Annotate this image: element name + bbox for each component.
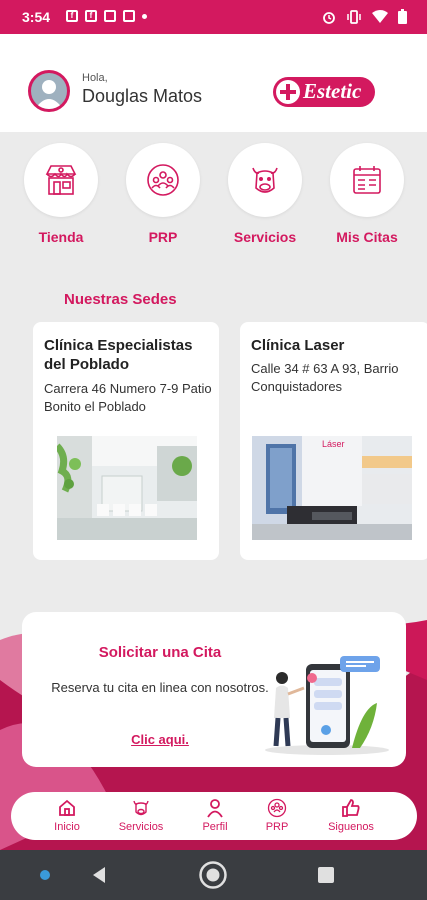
- bottom-tab-bar: Inicio Servicios Perfil PRP Siguenos: [11, 792, 417, 840]
- facebook-icon: f: [66, 10, 78, 22]
- estetic-logo: Estetic: [273, 77, 375, 107]
- sede-name: Clínica Laser: [251, 337, 345, 354]
- sede-address: Calle 34 # 63 A 93, Barrio Conquistadore…: [251, 361, 399, 394]
- category-servicios[interactable]: Servicios: [228, 143, 302, 245]
- status-time: 3:54: [22, 9, 51, 25]
- category-mis-citas[interactable]: Mis Citas: [330, 143, 404, 245]
- avatar[interactable]: [28, 70, 70, 112]
- category-prp[interactable]: PRP: [126, 143, 200, 245]
- sede-name: Clínica Especialistas del Poblado: [44, 337, 193, 373]
- status-bar: 3:54 f f: [0, 0, 427, 34]
- appointment-card: Solicitar una Cita Reserva tu cita en li…: [22, 612, 406, 767]
- category-label: Servicios: [233, 229, 297, 245]
- recents-icon[interactable]: [318, 867, 334, 883]
- category-tienda[interactable]: Tienda: [24, 143, 98, 245]
- tab-label: Siguenos: [328, 821, 374, 833]
- dot-icon: [142, 13, 147, 19]
- phone-illustration: [265, 656, 389, 755]
- tab-servicios[interactable]: Servicios: [103, 798, 179, 833]
- calendar-icon: [353, 166, 381, 194]
- category-label: Mis Citas: [336, 229, 398, 245]
- sede-photo: Láser: [252, 436, 412, 540]
- plus-icon: [276, 80, 300, 104]
- back-icon[interactable]: [90, 866, 108, 884]
- section-title-sedes: Nuestras Sedes: [64, 291, 177, 308]
- assistant-dot-icon: [40, 870, 50, 880]
- user-name: Douglas Matos: [82, 86, 203, 106]
- appointment-description: Reserva tu cita en linea con nosotros.: [51, 680, 269, 695]
- header: Hola, Douglas Matos Estetic: [0, 34, 427, 132]
- sede-photo: [57, 436, 197, 540]
- sede-address: Carrera 46 Numero 7-9 Patio Bonito el Po…: [44, 381, 212, 414]
- group-icon: [267, 798, 287, 818]
- vibrate-icon: [347, 9, 361, 24]
- wifi-icon: [372, 10, 388, 23]
- appointment-title: Solicitar una Cita: [98, 644, 222, 661]
- tab-label: Servicios: [118, 821, 164, 833]
- tab-siguenos[interactable]: Siguenos: [313, 798, 389, 833]
- category-label: Tienda: [38, 229, 84, 245]
- thumbs-up-icon: [342, 799, 360, 817]
- tab-inicio[interactable]: Inicio: [29, 798, 105, 833]
- group-icon: [147, 164, 179, 196]
- photo-sign-text: Láser: [322, 439, 345, 449]
- cow-icon: [252, 167, 278, 193]
- appointment-link[interactable]: Clic aqui.: [42, 732, 278, 747]
- store-icon: [45, 165, 77, 195]
- facebook-icon: f: [85, 10, 97, 22]
- tab-label: Inicio: [54, 821, 80, 833]
- home-button-icon[interactable]: [198, 860, 228, 890]
- system-nav-bar: [0, 850, 427, 900]
- sim-icon: [104, 10, 116, 22]
- sede-card[interactable]: Clínica Laser Calle 34 # 63 A 93, Barrio…: [240, 322, 427, 560]
- sede-card[interactable]: Clínica Especialistas del Poblado Carrer…: [33, 322, 219, 560]
- greeting-label: Hola,: [82, 72, 108, 84]
- alarm-icon: [323, 11, 335, 24]
- home-icon: [59, 799, 75, 816]
- person-icon: [207, 799, 223, 818]
- tab-prp[interactable]: PRP: [239, 798, 315, 833]
- cow-icon: [133, 800, 149, 816]
- battery-icon: [398, 9, 407, 24]
- category-label: PRP: [148, 229, 178, 245]
- sim-icon: [123, 10, 135, 22]
- tab-label: PRP: [265, 821, 289, 833]
